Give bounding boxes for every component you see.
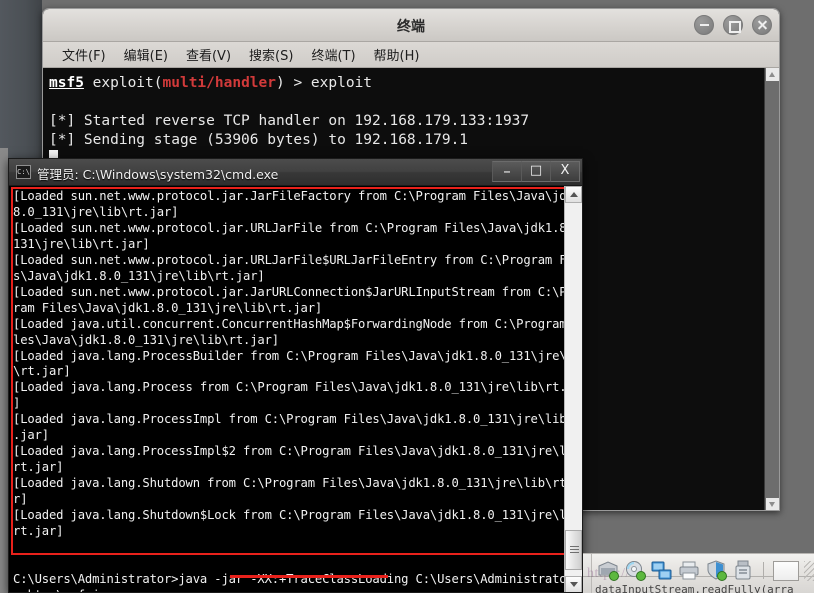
terminal-menubar: 文件(F) 编辑(E) 查看(V) 搜索(S) 终端(T) 帮助(H) bbox=[43, 42, 779, 68]
printer-icon[interactable] bbox=[678, 560, 700, 581]
disc-drive-icon[interactable] bbox=[624, 560, 646, 581]
msf-prompt-shell: msf5 bbox=[49, 75, 84, 91]
cmd-scrollbar-thumb[interactable] bbox=[565, 530, 582, 570]
cmd-close-glyph: X bbox=[560, 163, 570, 178]
terminal-title: 终端 bbox=[397, 19, 425, 35]
terminal-output-line-1: [*] Started reverse TCP handler on 192.1… bbox=[49, 113, 530, 129]
close-button[interactable] bbox=[752, 15, 772, 35]
maximize-button[interactable] bbox=[723, 15, 743, 35]
terminal-prompt-line: msf5 exploit(multi/handler) > exploit bbox=[49, 74, 779, 93]
desktop-background-lower bbox=[0, 148, 8, 593]
cmd-icon: C:\ bbox=[16, 165, 31, 179]
taskbar-bottom-text: dataInputStream.readFully(arra bbox=[595, 583, 794, 593]
cmd-window-controls: – □ X bbox=[492, 161, 580, 182]
taskbar: https:// bbox=[583, 553, 814, 593]
menu-view[interactable]: 查看(V) bbox=[177, 43, 240, 66]
cmd-scroll-down-icon[interactable] bbox=[565, 576, 582, 592]
cmd-titlebar[interactable]: C:\ 管理员: C:\Windows\system32\cmd.exe – □… bbox=[9, 159, 582, 186]
shield-drive-icon[interactable] bbox=[705, 560, 727, 581]
cmd-scrollbar[interactable] bbox=[564, 186, 582, 592]
cmd-console-area[interactable]: [Loaded sun.net.www.protocol.jar.JarFile… bbox=[9, 186, 582, 592]
scroll-down-icon[interactable] bbox=[766, 498, 779, 510]
menu-edit[interactable]: 编辑(E) bbox=[115, 43, 177, 66]
terminal-scrollbar[interactable] bbox=[764, 68, 779, 510]
msf-prompt-command: exploit bbox=[310, 75, 373, 91]
network-drive-icon[interactable] bbox=[597, 560, 619, 581]
terminal-titlebar[interactable]: 终端 bbox=[43, 9, 779, 42]
terminal-window-controls bbox=[694, 15, 772, 35]
cmd-minimize-button[interactable]: – bbox=[492, 161, 522, 182]
menu-terminal[interactable]: 终端(T) bbox=[302, 43, 364, 66]
menu-search[interactable]: 搜索(S) bbox=[240, 43, 302, 66]
terminal-output-line-2: [*] Sending stage (53906 bytes) to 192.1… bbox=[49, 132, 469, 148]
cmd-close-button[interactable]: X bbox=[550, 161, 580, 182]
minimize-button[interactable] bbox=[694, 15, 714, 35]
tray-separator bbox=[763, 562, 764, 579]
menu-help[interactable]: 帮助(H) bbox=[365, 43, 429, 66]
desktop-background-left bbox=[0, 0, 42, 160]
red-underline-annotation bbox=[230, 575, 388, 578]
menu-file[interactable]: 文件(F) bbox=[53, 43, 115, 66]
cmd-window: C:\ 管理员: C:\Windows\system32\cmd.exe – □… bbox=[8, 158, 583, 593]
network-computer-icon[interactable] bbox=[651, 560, 673, 581]
msf-prompt-module: multi/handler bbox=[162, 75, 277, 91]
cmd-maximize-button[interactable]: □ bbox=[521, 161, 551, 182]
msf-prompt-exploit-open: exploit( bbox=[83, 75, 163, 91]
system-tray bbox=[597, 560, 814, 581]
scroll-up-icon[interactable] bbox=[766, 68, 779, 81]
desktop: 终端 文件(F) 编辑(E) 查看(V) 搜索(S) 终端(T) 帮助(H) m… bbox=[0, 0, 814, 593]
note-icon[interactable] bbox=[773, 560, 799, 581]
cmd-title: 管理员: C:\Windows\system32\cmd.exe bbox=[37, 167, 279, 182]
cmd-maximize-glyph: □ bbox=[529, 163, 543, 178]
msf-prompt-exploit-close: ) > bbox=[276, 75, 311, 91]
cmd-minimize-glyph: – bbox=[503, 162, 511, 180]
resize-grip-icon[interactable] bbox=[804, 560, 814, 581]
cmd-scroll-up-icon[interactable] bbox=[565, 186, 582, 203]
usb-drive-icon[interactable] bbox=[732, 560, 754, 581]
cmd-console-text: [Loaded sun.net.www.protocol.jar.JarFile… bbox=[13, 189, 582, 592]
terminal-blank-line-1 bbox=[49, 93, 779, 112]
